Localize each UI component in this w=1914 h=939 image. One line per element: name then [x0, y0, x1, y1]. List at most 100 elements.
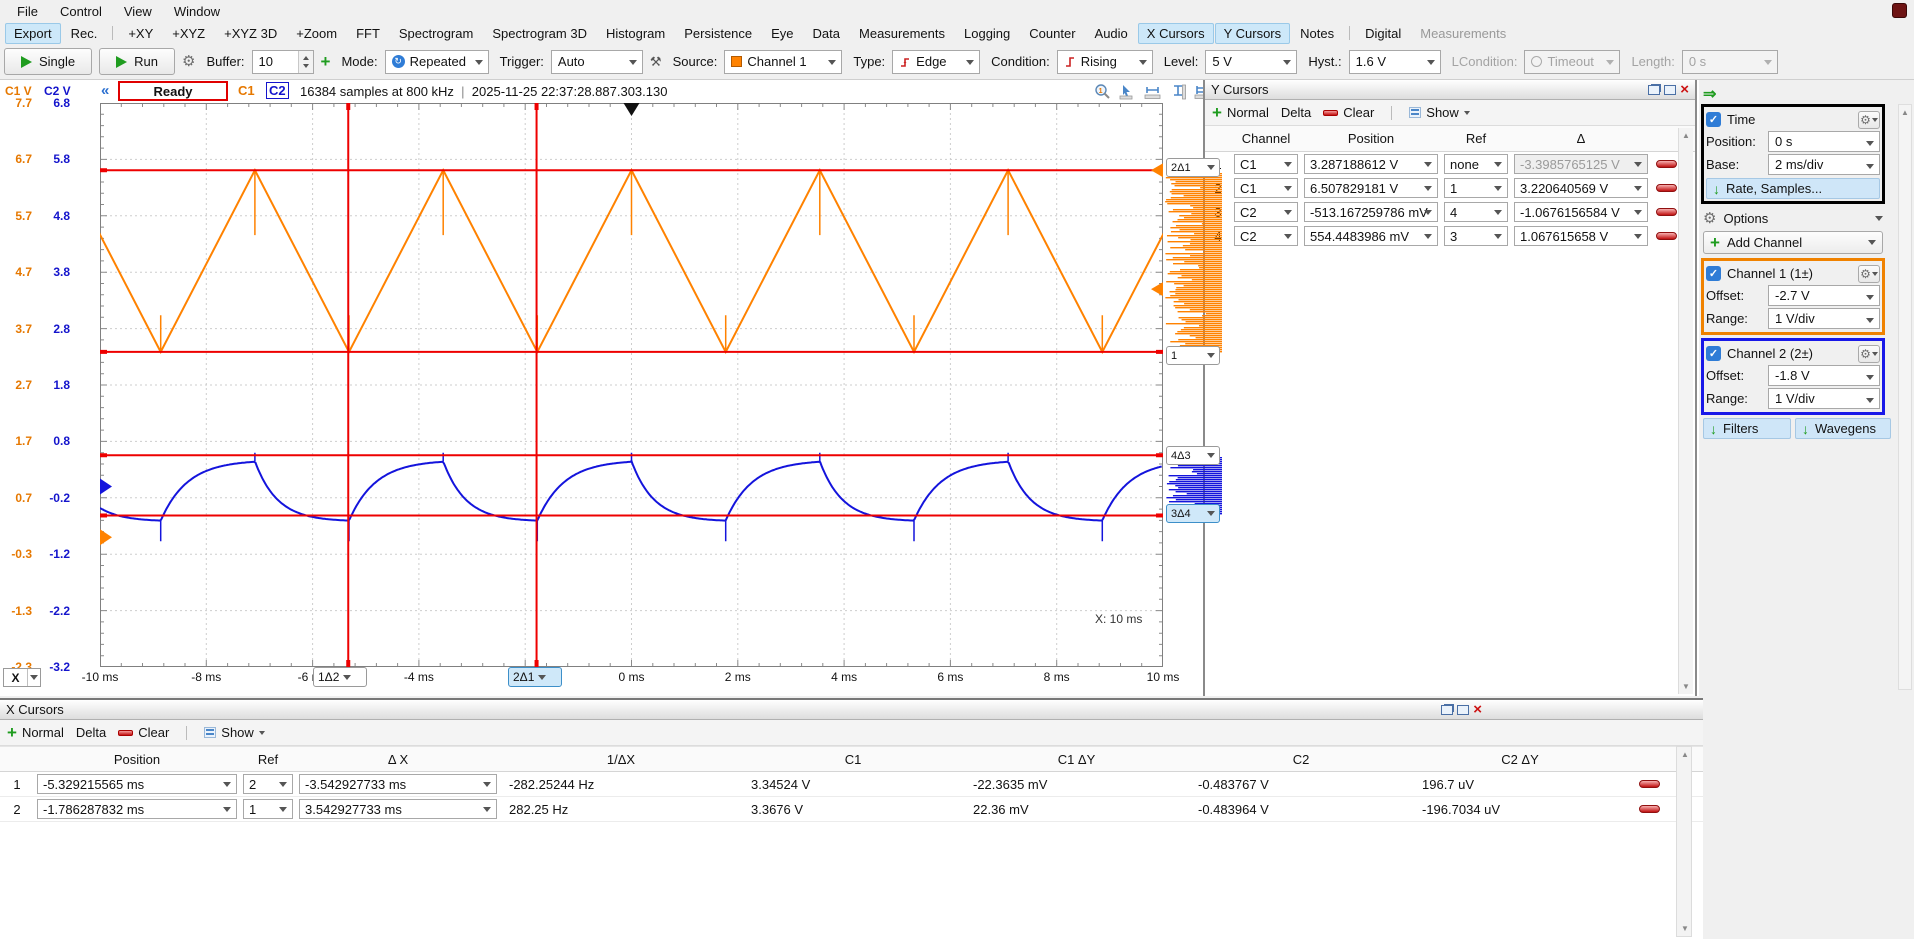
- options-menu[interactable]: ⚙ Options: [1703, 208, 1883, 228]
- channel2-range-select[interactable]: 1 V/div: [1768, 388, 1880, 409]
- tab-histogram[interactable]: Histogram: [597, 23, 674, 44]
- channel1-offset-select[interactable]: -2.7 V: [1768, 285, 1880, 306]
- x-float-window-icon[interactable]: [1441, 705, 1453, 715]
- x-close-window-icon[interactable]: ×: [1473, 704, 1482, 716]
- y-remove-cursor-button[interactable]: [1656, 160, 1677, 168]
- filters-button[interactable]: ↓Filters: [1703, 418, 1791, 439]
- x-add-delta-button[interactable]: Delta: [76, 725, 106, 740]
- y-position-select[interactable]: 3.287188612 V: [1304, 154, 1438, 174]
- add-channel-button[interactable]: + Add Channel: [1703, 231, 1883, 254]
- tab-audio[interactable]: Audio: [1086, 23, 1137, 44]
- channel1-checkbox[interactable]: ✓: [1706, 266, 1721, 281]
- time-checkbox[interactable]: ✓: [1706, 112, 1721, 127]
- tab--xyz[interactable]: +XYZ: [163, 23, 214, 44]
- tab-spectrogram[interactable]: Spectrogram: [390, 23, 482, 44]
- time-gear-button[interactable]: ⚙: [1858, 111, 1880, 129]
- measure-pointer-icon[interactable]: [1119, 83, 1136, 100]
- source-select[interactable]: Channel 1: [724, 50, 842, 74]
- x-delta-select[interactable]: -3.542927733 ms: [299, 774, 497, 794]
- x-axis-mode-select[interactable]: X: [3, 668, 41, 687]
- tab-counter[interactable]: Counter: [1020, 23, 1084, 44]
- type-select[interactable]: Edge: [892, 50, 980, 74]
- tab--zoom[interactable]: +Zoom: [287, 23, 346, 44]
- menu-control[interactable]: Control: [49, 2, 113, 21]
- y-clear-button[interactable]: Clear: [1323, 105, 1374, 120]
- float-window-icon[interactable]: [1648, 85, 1660, 95]
- x-ref-select[interactable]: 2: [243, 774, 293, 794]
- y-channel-select[interactable]: C2: [1234, 226, 1298, 246]
- menu-file[interactable]: File: [6, 2, 49, 21]
- y-cursor-badge-4d3[interactable]: 4Δ3: [1166, 446, 1220, 465]
- y-channel-select[interactable]: C2: [1234, 202, 1298, 222]
- x-remove-cursor-button[interactable]: [1639, 780, 1660, 788]
- tab-spectrogram-3d[interactable]: Spectrogram 3D: [483, 23, 596, 44]
- tab-x-cursors[interactable]: X Cursors: [1138, 23, 1214, 44]
- y-position-select[interactable]: 6.507829181 V: [1304, 178, 1438, 198]
- channel1-range-select[interactable]: 1 V/div: [1768, 308, 1880, 329]
- y-cursors-scrollbar[interactable]: ▲ ▼: [1678, 128, 1693, 694]
- mode-select[interactable]: ↻ Repeated: [385, 50, 489, 74]
- y-cursors-title-bar[interactable]: Y Cursors ×: [1205, 80, 1695, 100]
- buffer-gear-icon[interactable]: ⚙: [182, 54, 195, 69]
- y-cursor-badge-2d1[interactable]: 2Δ1: [1166, 158, 1220, 177]
- tab-logging[interactable]: Logging: [955, 23, 1019, 44]
- vertical-ruler-icon[interactable]: [1170, 83, 1186, 100]
- channel2-gear-button[interactable]: ⚙: [1858, 345, 1880, 363]
- x-cursor-ref-badge-1[interactable]: 1Δ2: [313, 667, 367, 687]
- x-add-normal-button[interactable]: +Normal: [7, 724, 64, 741]
- tab-digital[interactable]: Digital: [1356, 23, 1410, 44]
- menu-window[interactable]: Window: [163, 2, 231, 21]
- zoom-one-icon[interactable]: 1: [1094, 83, 1111, 100]
- y-ref-select[interactable]: 3: [1444, 226, 1508, 246]
- y-position-select[interactable]: -513.167259786 mV: [1304, 202, 1438, 222]
- x-delta-select[interactable]: 3.542927733 ms: [299, 799, 497, 819]
- tab-notes[interactable]: Notes: [1291, 23, 1343, 44]
- horizontal-ruler-icon[interactable]: [1144, 83, 1162, 100]
- run-button[interactable]: Run: [99, 48, 175, 75]
- y-channel-select[interactable]: C1: [1234, 154, 1298, 174]
- y-ref-select[interactable]: 1: [1444, 178, 1508, 198]
- y-add-delta-button[interactable]: Delta: [1281, 105, 1311, 120]
- expand-right-icon[interactable]: ⇒: [1703, 84, 1716, 104]
- x-cursors-title-bar[interactable]: X Cursors ×: [0, 700, 1703, 720]
- tab--xy[interactable]: +XY: [119, 23, 162, 44]
- y-add-normal-button[interactable]: +Normal: [1212, 104, 1269, 121]
- y-ref-select[interactable]: 4: [1444, 202, 1508, 222]
- time-position-select[interactable]: 0 s: [1768, 131, 1880, 152]
- collapse-left-icon[interactable]: «: [101, 82, 109, 99]
- rate-samples-button[interactable]: ↓Rate, Samples...: [1706, 178, 1880, 199]
- c2-trace-badge[interactable]: C2: [266, 82, 289, 99]
- tab-rec-[interactable]: Rec.: [62, 23, 107, 44]
- x-remove-cursor-button[interactable]: [1639, 805, 1660, 813]
- buffer-spinner[interactable]: 10: [252, 50, 314, 74]
- tab-data[interactable]: Data: [804, 23, 849, 44]
- tab-eye[interactable]: Eye: [762, 23, 802, 44]
- tab-measurements[interactable]: Measurements: [850, 23, 954, 44]
- y-position-select[interactable]: 554.4483986 mV: [1304, 226, 1438, 246]
- x-show-menu[interactable]: Show: [204, 725, 265, 740]
- tab-export[interactable]: Export: [5, 23, 61, 44]
- y-remove-cursor-button[interactable]: [1656, 184, 1677, 192]
- y-channel-select[interactable]: C1: [1234, 178, 1298, 198]
- maximize-window-icon[interactable]: [1664, 85, 1676, 95]
- tab--xyz-3d[interactable]: +XYZ 3D: [215, 23, 286, 44]
- x-cursors-scrollbar[interactable]: ▲ ▼: [1676, 746, 1692, 937]
- y-remove-cursor-button[interactable]: [1656, 232, 1677, 240]
- y-cursor-badge-1[interactable]: 1: [1166, 346, 1220, 365]
- y-remove-cursor-button[interactable]: [1656, 208, 1677, 216]
- sidebar-scrollbar[interactable]: ▲: [1898, 104, 1912, 690]
- x-clear-button[interactable]: Clear: [118, 725, 169, 740]
- y-delta-select[interactable]: 3.220640569 V: [1514, 178, 1648, 198]
- single-button[interactable]: Single: [4, 48, 92, 75]
- x-axis-mode-caret-icon[interactable]: [27, 669, 40, 686]
- menu-view[interactable]: View: [113, 2, 163, 21]
- waveform-plot[interactable]: [100, 103, 1163, 667]
- x-ref-select[interactable]: 1: [243, 799, 293, 819]
- y-cursor-badge-3d4[interactable]: 3Δ4: [1166, 504, 1220, 523]
- tab-fft[interactable]: FFT: [347, 23, 389, 44]
- x-maximize-window-icon[interactable]: [1457, 705, 1469, 715]
- x-position-select[interactable]: -5.329215565 ms: [37, 774, 237, 794]
- time-base-select[interactable]: 2 ms/div: [1768, 154, 1880, 175]
- x-position-select[interactable]: -1.786287832 ms: [37, 799, 237, 819]
- tab-persistence[interactable]: Persistence: [675, 23, 761, 44]
